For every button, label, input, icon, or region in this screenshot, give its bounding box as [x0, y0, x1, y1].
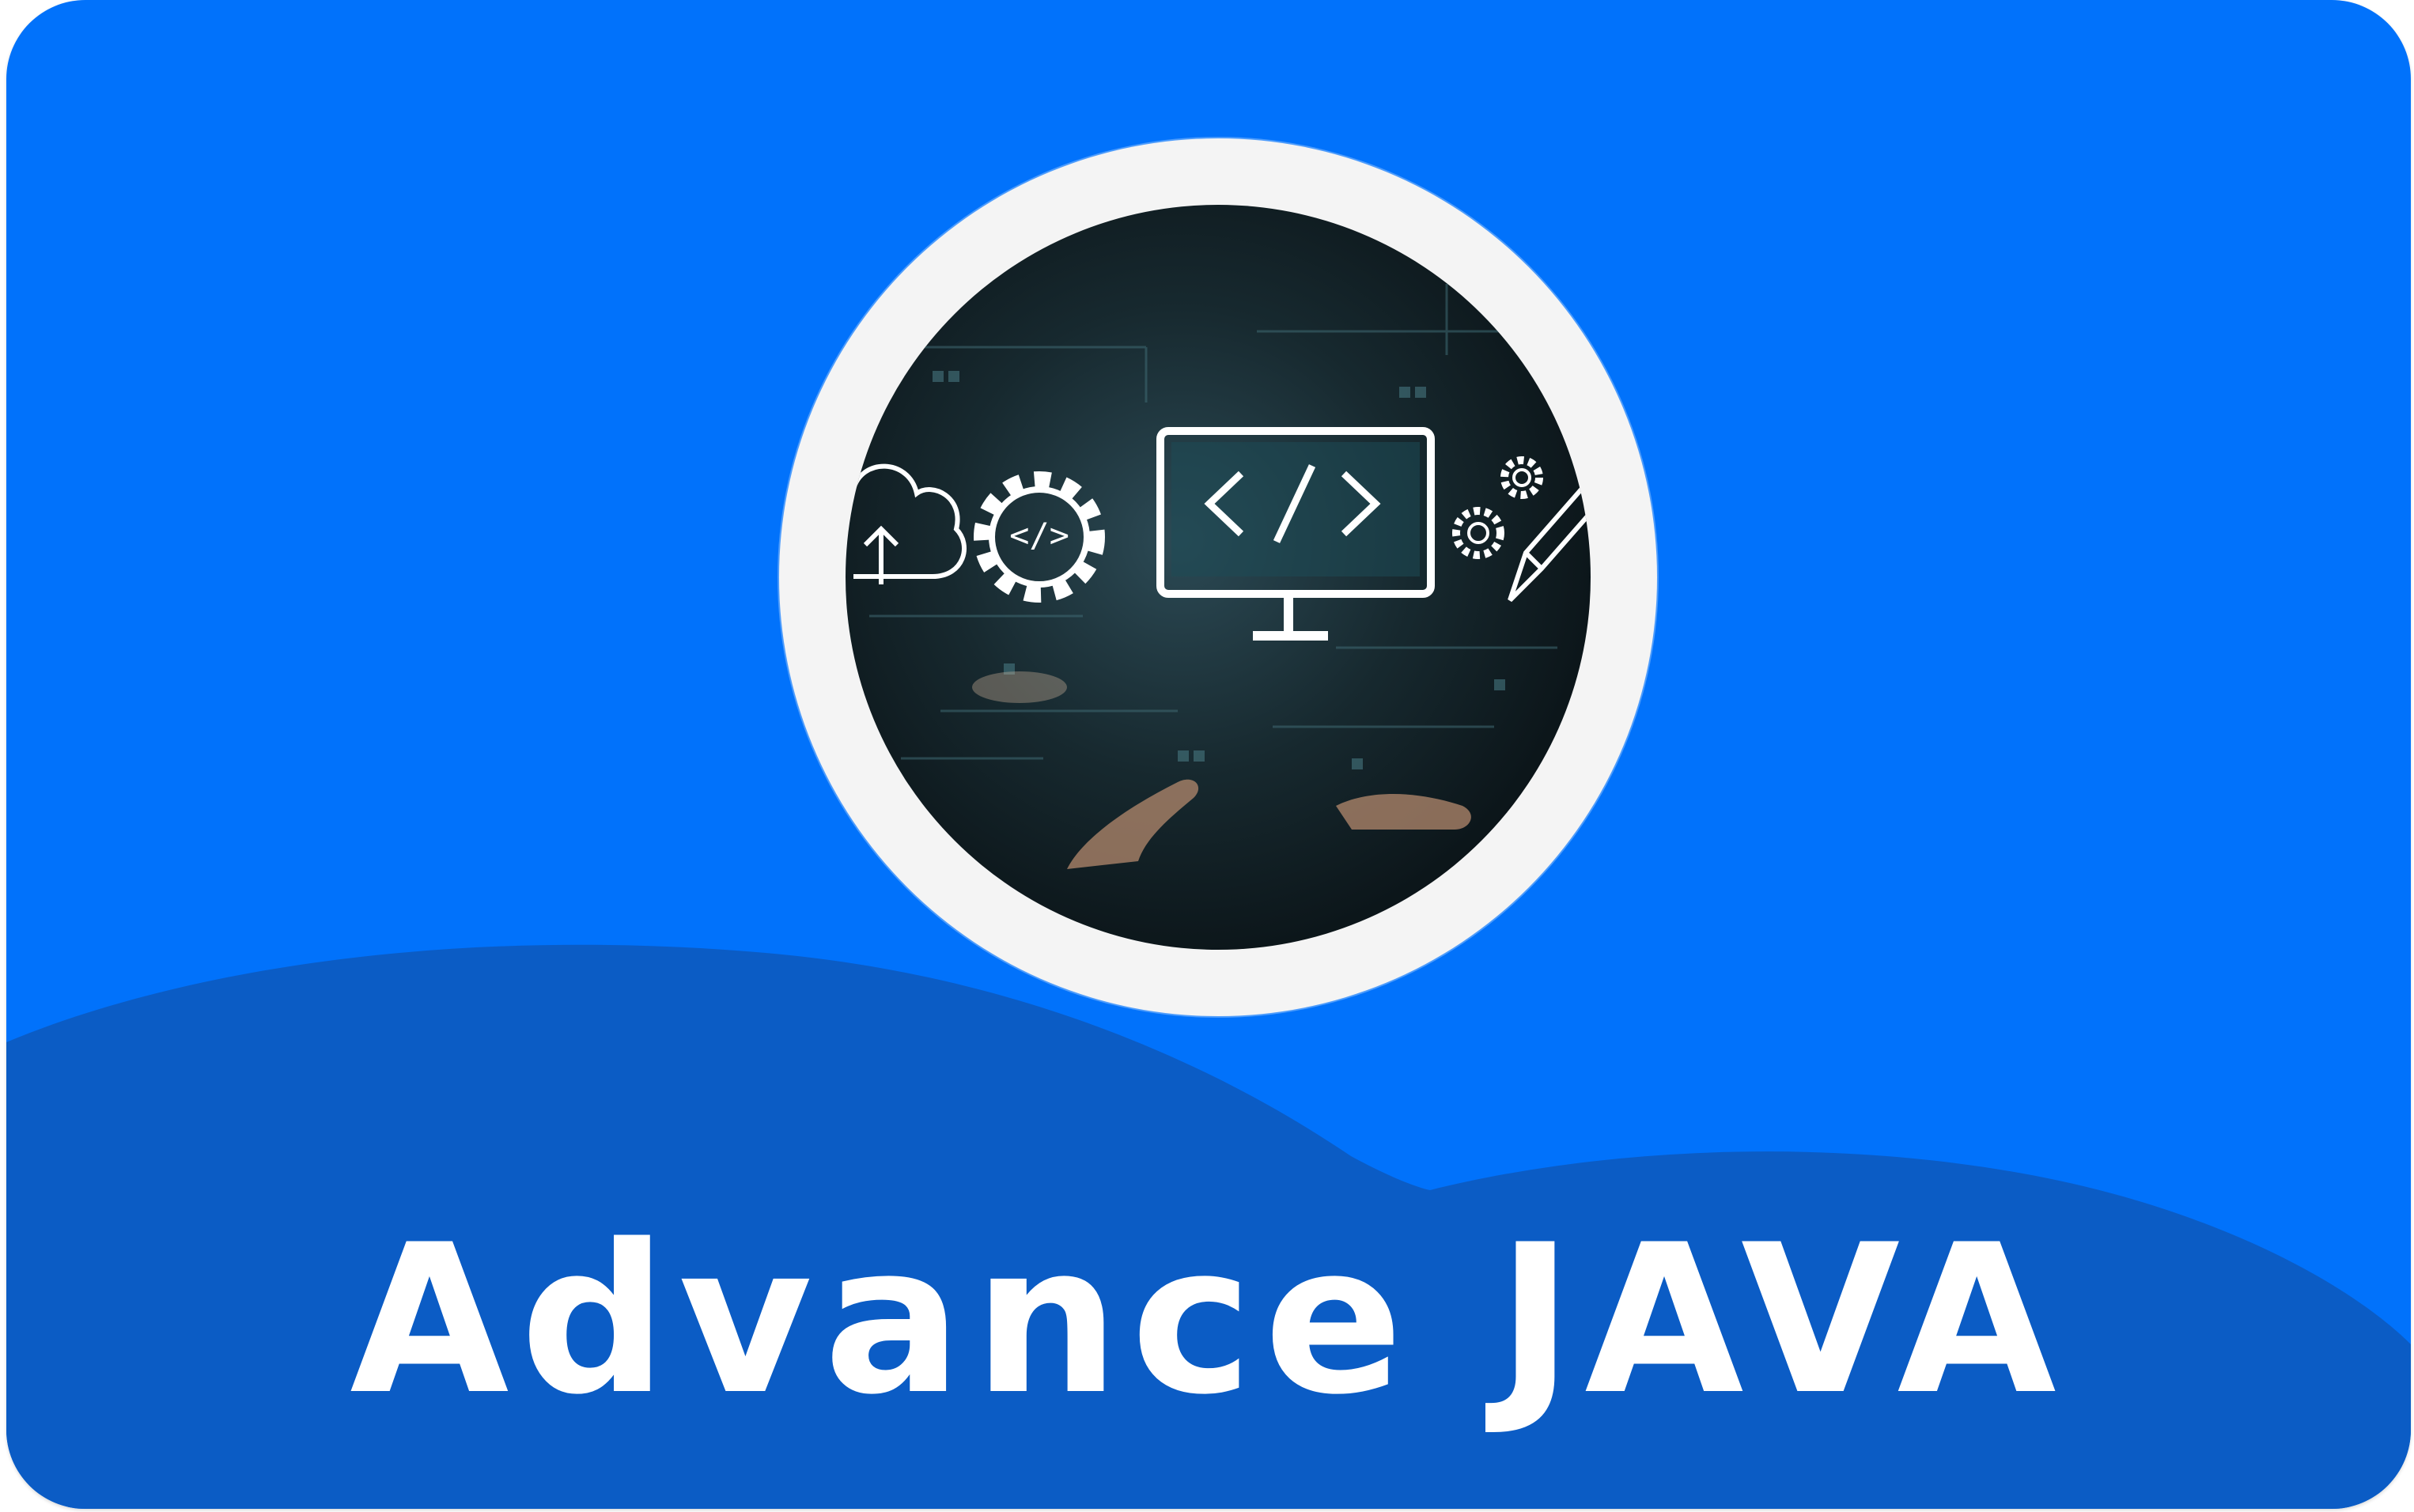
svg-text:</>: </> [1009, 516, 1069, 554]
small-gear-icon [1452, 456, 1543, 559]
pencil-icon [1508, 486, 1591, 603]
image-badge-ring: </> [779, 138, 1657, 1016]
course-title[interactable]: Advance JAVA [6, 1202, 2411, 1439]
course-thumbnail-image: </> [846, 205, 1591, 950]
code-gear-icon: </> [974, 471, 1105, 603]
cloud-upload-icon [851, 463, 967, 584]
course-card[interactable]: </> Advance JAVA [6, 0, 2411, 1509]
code-monitor-icon [1156, 427, 1435, 641]
